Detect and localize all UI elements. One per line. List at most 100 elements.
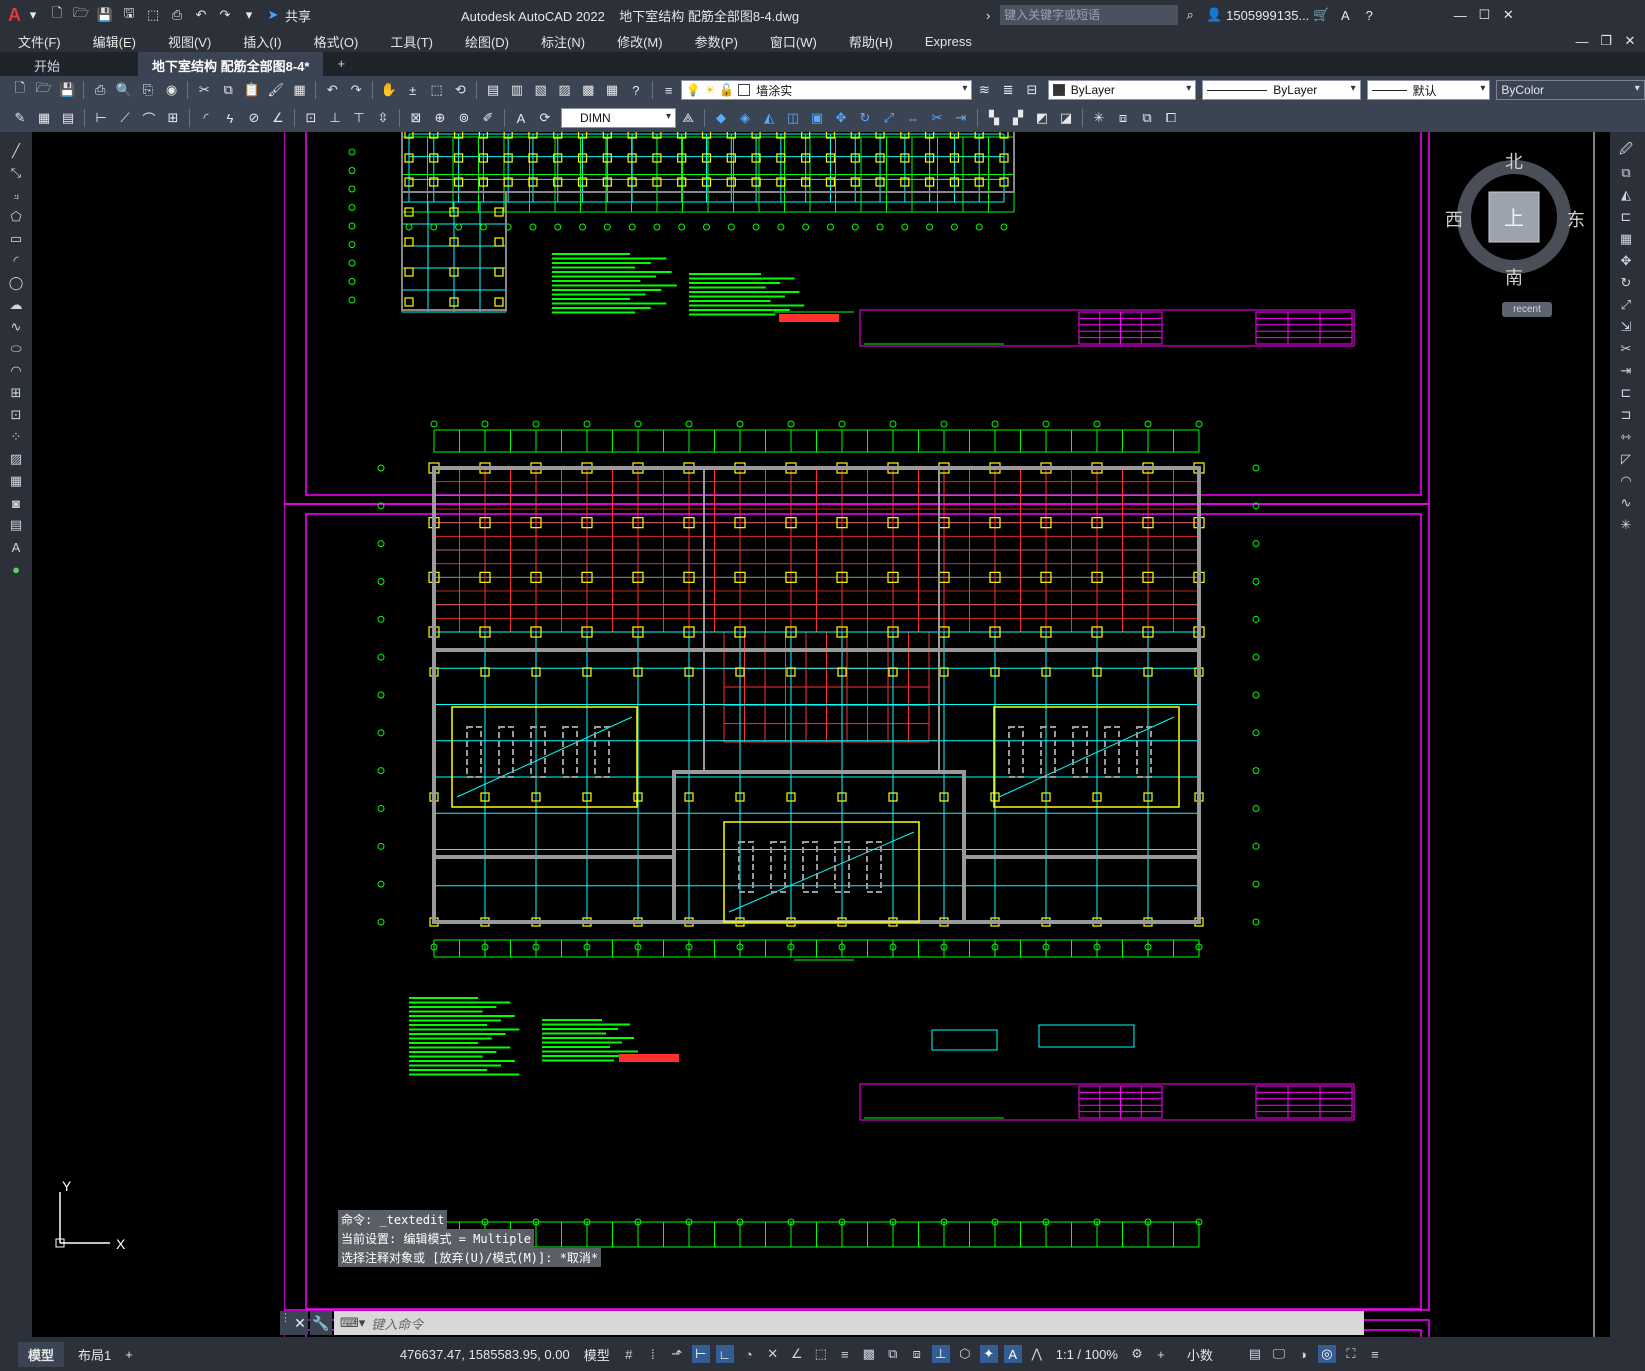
- circle-icon[interactable]: ◯: [6, 274, 26, 292]
- properties-icon[interactable]: ▤: [484, 81, 502, 99]
- dim-edit-icon[interactable]: ✐: [479, 109, 497, 127]
- ordinate-dim-icon[interactable]: ⊞: [164, 109, 182, 127]
- annotation-monitor-icon[interactable]: +: [1152, 1345, 1170, 1363]
- draworder-icon[interactable]: ⧈: [1114, 109, 1132, 127]
- minimize-icon[interactable]: —: [1451, 6, 1469, 24]
- selection-cycling-icon[interactable]: ⧉: [884, 1345, 902, 1363]
- search-arrow-icon[interactable]: ›: [979, 6, 997, 24]
- chevron-down-icon[interactable]: ▾: [24, 6, 42, 24]
- revision-cloud-icon[interactable]: ☁: [6, 296, 26, 314]
- tab-start[interactable]: 开始: [20, 52, 138, 76]
- menu-format[interactable]: 格式(O): [314, 32, 359, 51]
- viewcube[interactable]: 北 南 东 西 上: [1445, 152, 1585, 289]
- chamfer-icon[interactable]: ◩: [1033, 109, 1051, 127]
- mirror-icon[interactable]: ◭: [760, 109, 778, 127]
- compass-south[interactable]: 南: [1505, 264, 1523, 290]
- search-input[interactable]: 键入关键字或短语: [1000, 5, 1179, 25]
- markup-icon[interactable]: ▩: [579, 81, 597, 99]
- color-dropdown[interactable]: ByLayer ▾: [1047, 80, 1197, 100]
- isodraft-icon[interactable]: ✕: [764, 1345, 782, 1363]
- menu-draw[interactable]: 绘图(D): [465, 32, 509, 51]
- undo-icon[interactable]: ↶: [192, 6, 210, 24]
- undo-icon[interactable]: ↶: [323, 81, 341, 99]
- 3d-osnap-icon[interactable]: ⧈: [908, 1345, 926, 1363]
- compass-north[interactable]: 北: [1505, 148, 1523, 174]
- compass-east[interactable]: 东: [1567, 206, 1585, 232]
- match-properties-icon[interactable]: 🖌: [267, 81, 285, 99]
- coordinates-readout[interactable]: 476637.47, 1585583.95, 0.00: [400, 1347, 570, 1362]
- polyline-icon[interactable]: ⟓: [6, 186, 26, 204]
- make-current-layer-icon[interactable]: ≋: [975, 81, 993, 99]
- ortho-icon[interactable]: ∟: [715, 1345, 734, 1363]
- save-icon[interactable]: 💾: [96, 6, 114, 24]
- chamfer-icon[interactable]: ◸: [1616, 450, 1636, 468]
- inspection-icon[interactable]: ⊚: [455, 109, 473, 127]
- command-prompt-icon[interactable]: ⌨▾: [340, 1315, 365, 1331]
- radius-dim-icon[interactable]: ◜: [197, 109, 215, 127]
- center-mark-icon[interactable]: ⊕: [431, 109, 449, 127]
- hatch-icon[interactable]: ▨: [6, 450, 26, 468]
- plot-icon[interactable]: ⎙: [168, 6, 186, 24]
- pan-icon[interactable]: ✋: [380, 81, 398, 99]
- zoom-realtime-icon[interactable]: ±: [404, 81, 422, 99]
- array-icon[interactable]: ▣: [808, 109, 826, 127]
- paste-icon[interactable]: 📋: [243, 81, 261, 99]
- autodesk-icon[interactable]: A: [1336, 6, 1354, 24]
- lock-ui-icon[interactable]: 🖵: [1270, 1345, 1288, 1363]
- 3d-dwf-icon[interactable]: ◉: [163, 81, 181, 99]
- join-icon[interactable]: ⇿: [1616, 428, 1636, 446]
- user-name[interactable]: 1505999135...: [1226, 8, 1309, 23]
- layer-previous-icon[interactable]: ≣: [999, 81, 1017, 99]
- plot-icon[interactable]: ⎙: [91, 81, 109, 99]
- share-icon[interactable]: ➤: [264, 6, 282, 24]
- menu-edit[interactable]: 编辑(E): [93, 32, 136, 51]
- gizmo-icon[interactable]: ✦: [979, 1345, 998, 1363]
- dim-update-icon[interactable]: ⟳: [536, 109, 554, 127]
- command-close-icon[interactable]: ✕: [292, 1311, 308, 1335]
- close-icon[interactable]: ✕: [1499, 6, 1517, 24]
- ellipse-arc-icon[interactable]: ◠: [6, 362, 26, 380]
- autocad-logo[interactable]: A: [8, 5, 21, 26]
- snap-icon[interactable]: ⁞: [644, 1345, 662, 1363]
- angular-dim-icon[interactable]: ∠: [269, 109, 287, 127]
- command-customize-icon[interactable]: 🔧: [310, 1311, 332, 1335]
- gradient-icon[interactable]: ▦: [6, 472, 26, 490]
- menu-insert[interactable]: 插入(I): [243, 32, 281, 51]
- cad-drawing[interactable]: [284, 132, 1610, 1337]
- multiline-text-icon[interactable]: A: [6, 538, 26, 556]
- construction-line-icon[interactable]: ⤡: [6, 164, 26, 182]
- make-block-icon[interactable]: ⊡: [6, 406, 26, 424]
- copy-icon[interactable]: ⧉: [1616, 164, 1636, 182]
- open-icon[interactable]: 🗁: [35, 80, 53, 99]
- customize-icon[interactable]: ▾: [240, 6, 258, 24]
- doc-restore-icon[interactable]: ❐: [1597, 32, 1615, 50]
- layout-tab-model[interactable]: 模型: [18, 1341, 65, 1367]
- mirror-icon[interactable]: ◭: [1616, 186, 1636, 204]
- trim-icon[interactable]: ✂: [928, 109, 946, 127]
- dynamic-ucs-icon[interactable]: ⊥: [931, 1345, 950, 1363]
- layer-state-icon[interactable]: ⊟: [1023, 81, 1041, 99]
- design-center-icon[interactable]: ▥: [508, 81, 526, 99]
- rotate-icon[interactable]: ↻: [856, 109, 874, 127]
- trim-icon[interactable]: ✂: [1616, 340, 1636, 358]
- cart-icon[interactable]: 🛒: [1312, 6, 1330, 24]
- help-icon[interactable]: ?: [1360, 6, 1378, 24]
- open-file-icon[interactable]: 🗁: [72, 5, 90, 24]
- tool-palettes-icon[interactable]: ▧: [532, 81, 550, 99]
- calculator-icon[interactable]: ▦: [603, 81, 621, 99]
- new-icon[interactable]: 🗋: [11, 80, 29, 99]
- offset-icon[interactable]: ◫: [784, 109, 802, 127]
- stretch-icon[interactable]: ⇔: [904, 109, 922, 127]
- ellipse-icon[interactable]: ⬭: [6, 340, 26, 358]
- aligned-dim-icon[interactable]: ⟋: [116, 109, 134, 127]
- linetype-dropdown[interactable]: ByLayer ▾: [1202, 80, 1361, 100]
- edit-icon[interactable]: ✎: [11, 109, 29, 127]
- block-editor-icon[interactable]: ▦: [291, 81, 309, 99]
- zoom-previous-icon[interactable]: ⟲: [451, 81, 469, 99]
- menu-tools[interactable]: 工具(T): [390, 32, 433, 51]
- customization-icon[interactable]: ≡: [1366, 1345, 1384, 1363]
- menu-dimension[interactable]: 标注(N): [541, 32, 585, 51]
- doc-minimize-icon[interactable]: —: [1573, 32, 1591, 50]
- menu-help[interactable]: 帮助(H): [849, 32, 893, 51]
- block-icon[interactable]: ▦: [35, 109, 53, 127]
